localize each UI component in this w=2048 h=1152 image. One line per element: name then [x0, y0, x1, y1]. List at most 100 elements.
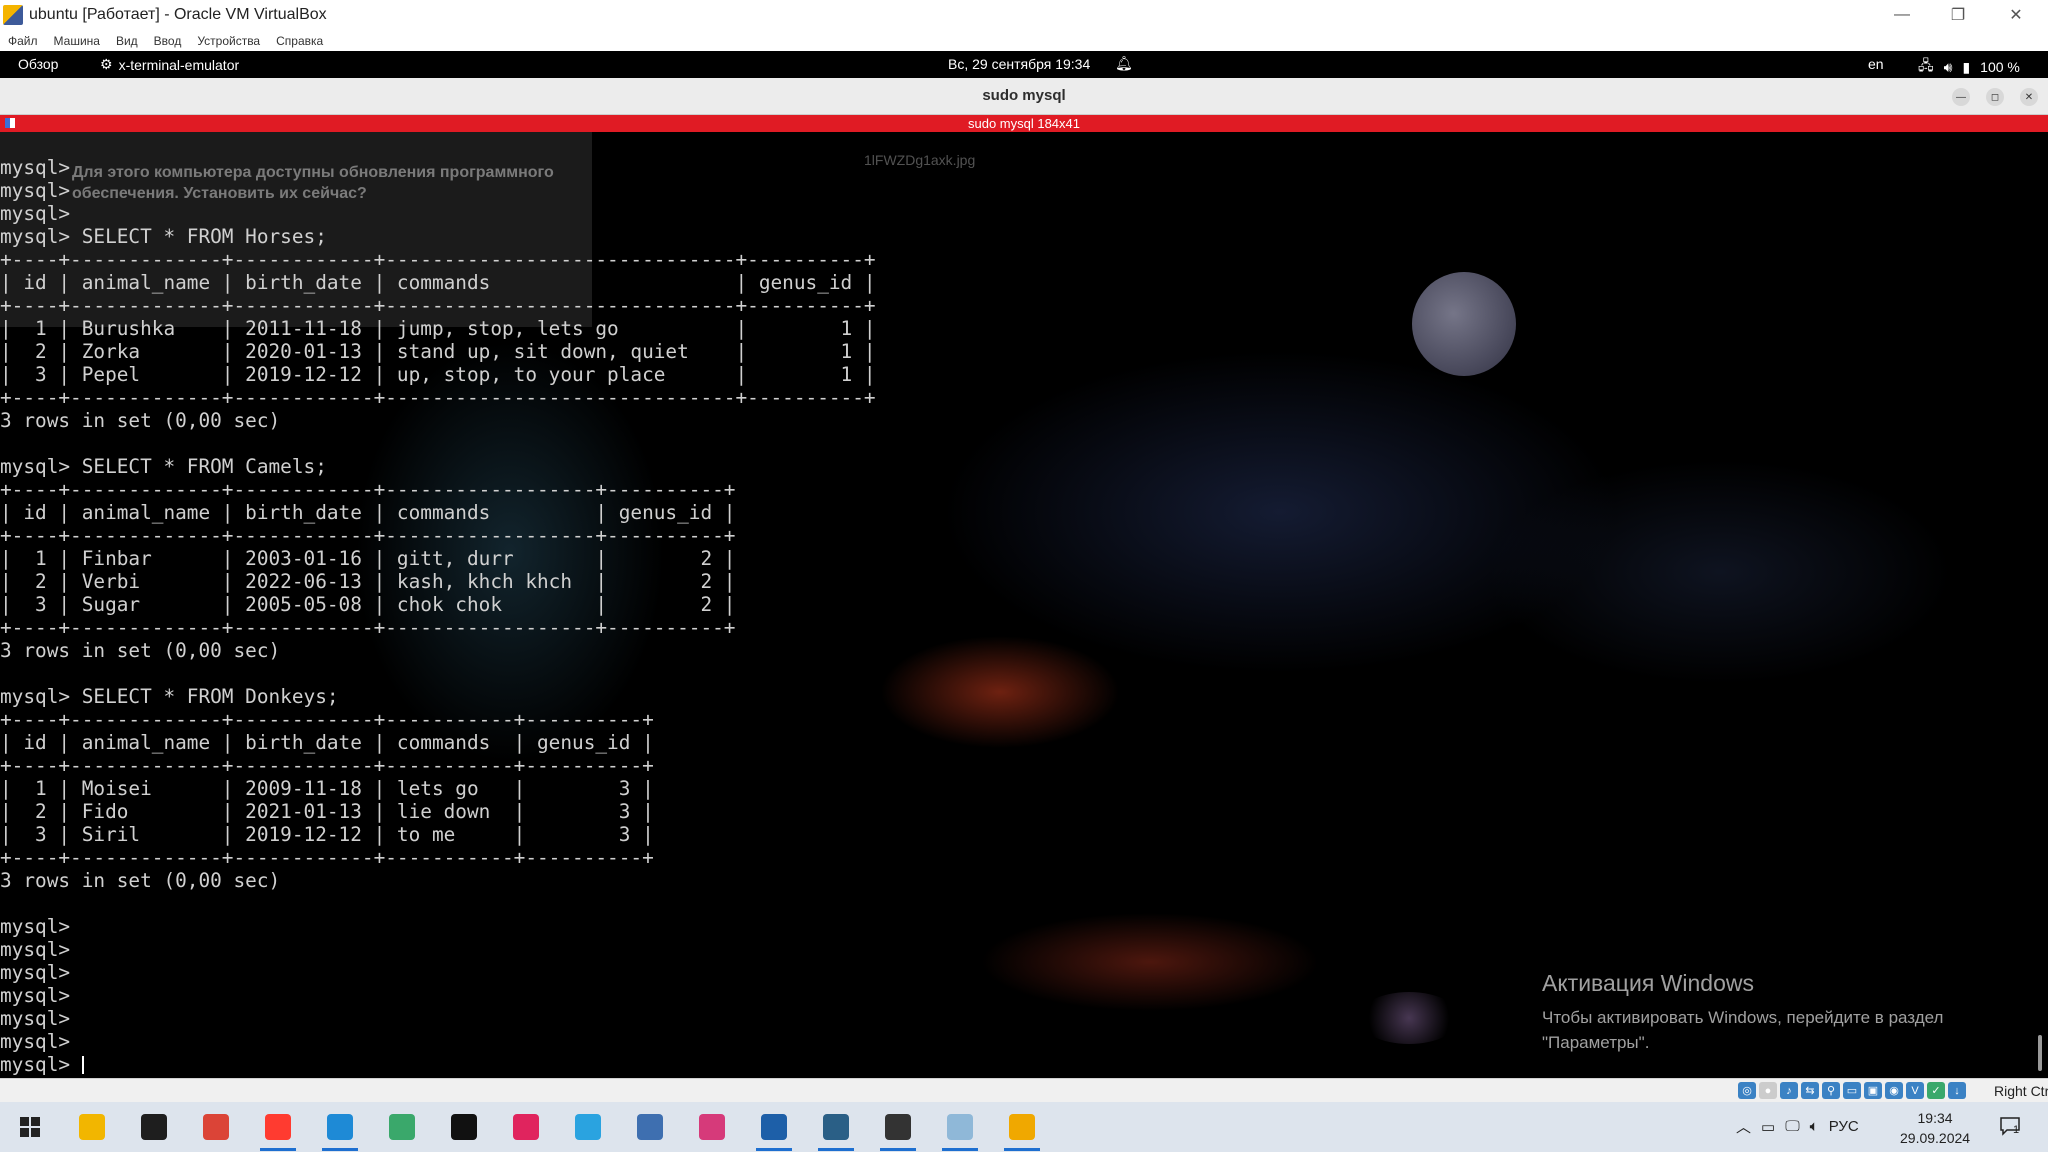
network-adapter-icon[interactable]: ⇆	[1801, 1082, 1819, 1099]
terminal-line: mysql>	[0, 961, 82, 984]
taskbar-virtualbox[interactable]	[750, 1108, 798, 1151]
notifications-button[interactable]: 1	[1998, 1114, 2022, 1138]
terminal-line: mysql> SELECT * FROM Donkeys;	[0, 685, 339, 708]
wallpaper-moon	[1412, 272, 1516, 376]
keyboard-layout-indicator[interactable]: en	[1868, 56, 1884, 72]
taskbar-time: 19:34	[1917, 1110, 1953, 1126]
taskbar-terminal[interactable]	[130, 1108, 178, 1146]
terminal-line: | 1 | Finbar | 2003-01-16 | gitt, durr |…	[0, 547, 736, 570]
terminal-maximize-button[interactable]: ◻	[1986, 88, 2004, 106]
terminal-cursor	[81, 1056, 84, 1074]
terminal-line: 3 rows in set (0,00 sec)	[0, 869, 281, 892]
system-status-menu[interactable]: 🖧 🔊︎ ▮ 100 %	[1918, 55, 2020, 79]
terminal-line: mysql>	[0, 156, 82, 179]
terminal-line: mysql>	[0, 202, 82, 225]
close-button[interactable]: ✕	[1988, 0, 2044, 30]
panel-clock[interactable]: Вс, 29 сентября 19:34	[948, 56, 1090, 72]
chrome-icon	[203, 1114, 229, 1140]
terminal-line: | 3 | Pepel | 2019-12-12 | up, stop, to …	[0, 363, 876, 386]
activation-title: Активация Windows	[1542, 970, 1754, 996]
pycharm-icon	[451, 1114, 477, 1140]
recording-icon[interactable]: ◉	[1885, 1082, 1903, 1099]
terminal-line: +----+-------------+------------+-------…	[0, 294, 876, 317]
terminal-line: | 2 | Zorka | 2020-01-13 | stand up, sit…	[0, 340, 876, 363]
audio-icon[interactable]: ♪	[1780, 1082, 1798, 1099]
taskbar-mysql-workbench[interactable]	[812, 1108, 860, 1151]
input-language[interactable]: РУС	[1829, 1118, 1859, 1135]
taskbar-pycharm[interactable]	[440, 1108, 488, 1146]
terminal-line: +----+-------------+------------+-------…	[0, 616, 736, 639]
usb-icon[interactable]: ⚲	[1822, 1082, 1840, 1099]
taskbar-clock[interactable]: 19:34 29.09.2024	[1900, 1108, 1970, 1148]
volume-tray-icon[interactable]: 🔈︎	[1810, 1118, 1819, 1135]
vbox-statusbar: ◎ ● ♪ ⇆ ⚲ ▭ ▣ ◉ V ✓ ↓ Right Ctrl	[0, 1078, 2048, 1102]
taskbar-yandex-browser[interactable]	[254, 1108, 302, 1151]
taskbar-notepad[interactable]	[936, 1108, 984, 1151]
file-explorer-icon	[79, 1114, 105, 1140]
menu-input[interactable]: Ввод	[154, 34, 182, 48]
calculator-icon	[637, 1114, 663, 1140]
terminal-line: mysql>	[0, 179, 82, 202]
app-menu[interactable]: ⚙ x-terminal-emulator	[100, 56, 239, 73]
terminal-line: | 2 | Verbi | 2022-06-13 | kash, khch kh…	[0, 570, 736, 593]
terminal-minimize-button[interactable]: —	[1952, 88, 1970, 106]
terminal-line: | 1 | Moisei | 2009-11-18 | lets go | 3 …	[0, 777, 654, 800]
terminal-line: +----+-------------+------------+-------…	[0, 386, 876, 409]
menu-help[interactable]: Справка	[276, 34, 323, 48]
menu-machine[interactable]: Машина	[54, 34, 100, 48]
terminal-line: | id | animal_name | birth_date | comman…	[0, 501, 736, 524]
taskbar-mysql-shell[interactable]	[874, 1108, 922, 1151]
taskbar-telegram[interactable]	[564, 1108, 612, 1146]
terminal-app-icon: ⚙	[100, 56, 113, 72]
terminal-close-button[interactable]: ✕	[2020, 88, 2038, 106]
taskbar-vscode[interactable]	[316, 1108, 364, 1151]
terminal-session-bar: sudo mysql 184x41	[0, 115, 2048, 132]
menu-devices[interactable]: Устройства	[197, 34, 260, 48]
mouse-integration-icon[interactable]: ↓	[1948, 1082, 1966, 1099]
taskbar-virtualbox-vm[interactable]	[998, 1108, 1046, 1151]
taskbar-chrome[interactable]	[192, 1108, 240, 1146]
tray-overflow-icon[interactable]: ︿	[1736, 1116, 1751, 1137]
terminal-scrollbar[interactable]	[2038, 1035, 2042, 1071]
optical-drive-icon[interactable]: ●	[1759, 1082, 1777, 1099]
terminal-line: mysql>	[0, 938, 82, 961]
terminal-line: mysql>	[0, 915, 82, 938]
intellij-icon	[513, 1114, 539, 1140]
taskbar-atom[interactable]	[378, 1108, 426, 1146]
terminal-body[interactable]: Для этого компьютера доступны обновления…	[0, 132, 2048, 1078]
terminal-line: mysql>	[0, 1053, 84, 1076]
activities-button[interactable]: Обзор	[18, 56, 58, 72]
taskbar-intellij[interactable]	[502, 1108, 550, 1146]
start-button[interactable]	[6, 1108, 54, 1146]
menu-view[interactable]: Вид	[116, 34, 138, 48]
taskbar-snipping-tool[interactable]	[688, 1108, 736, 1146]
taskbar-calculator[interactable]	[626, 1108, 674, 1146]
windows-taskbar: ︿ ▭ 🖵 🔈︎ РУС 19:34 29.09.2024 1	[0, 1102, 2048, 1152]
snipping-tool-icon	[699, 1114, 725, 1140]
bell-icon: 🔔︎	[1115, 55, 1133, 71]
vbox-menubar: Файл Машина Вид Ввод Устройства Справка	[0, 30, 2048, 51]
display-icon[interactable]: ▣	[1864, 1082, 1882, 1099]
maximize-button[interactable]: ❐	[1930, 0, 1986, 30]
minimize-button[interactable]: —	[1874, 0, 1930, 30]
taskbar-date: 29.09.2024	[1900, 1130, 1971, 1146]
desktop-file-label: 1lFWZDg1axk.jpg	[864, 152, 976, 168]
vbox-device-icons: ◎ ● ♪ ⇆ ⚲ ▭ ▣ ◉ V ✓ ↓	[1738, 1082, 1966, 1099]
network-tray-icon[interactable]: 🖵	[1785, 1118, 1799, 1135]
terminal-line: | id | animal_name | birth_date | comman…	[0, 731, 654, 754]
guest-additions-icon[interactable]: ✓	[1927, 1082, 1945, 1099]
vbox-titlebar: ubuntu [Работает] - Oracle VM VirtualBox…	[0, 0, 2048, 30]
notepad-icon	[947, 1114, 973, 1140]
host-key-label: Right Ctrl	[1994, 1083, 2048, 1099]
disk-icon[interactable]: ◎	[1738, 1082, 1756, 1099]
battery-icon: ▮	[1962, 58, 1971, 75]
menu-file[interactable]: Файл	[8, 34, 38, 48]
windows-logo-icon	[20, 1117, 40, 1137]
terminal-line: +----+-------------+------------+-------…	[0, 708, 654, 731]
battery-tray-icon[interactable]: ▭	[1761, 1118, 1775, 1136]
shared-folder-icon[interactable]: ▭	[1843, 1082, 1861, 1099]
terminal-line: | 3 | Siril | 2019-12-12 | to me | 3 |	[0, 823, 654, 846]
cpu-icon[interactable]: V	[1906, 1082, 1924, 1099]
taskbar-file-explorer[interactable]	[68, 1108, 116, 1146]
